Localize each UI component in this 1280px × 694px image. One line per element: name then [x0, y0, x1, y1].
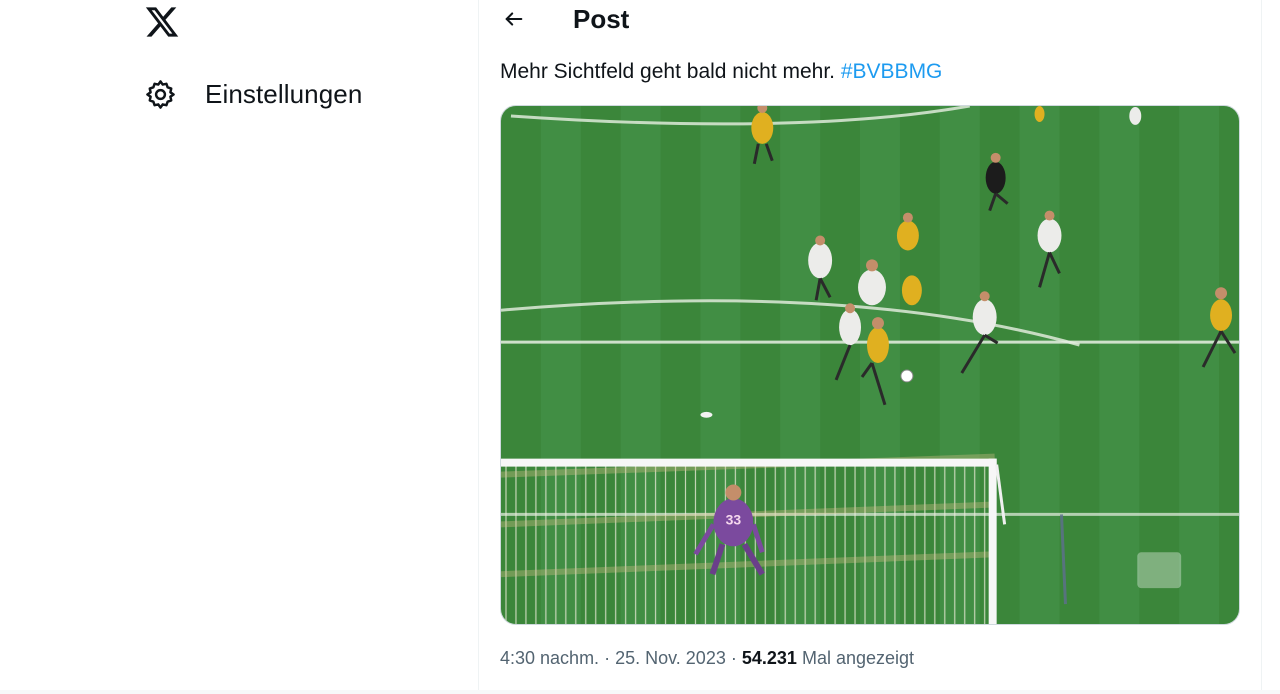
meta-separator: · [730, 648, 737, 668]
gear-icon [146, 79, 175, 109]
bundesliga-logo-icon [1137, 552, 1182, 589]
left-sidebar: Einstellungen [0, 0, 478, 694]
views-count: 54.231 [741, 648, 797, 668]
meta-separator: · [604, 648, 611, 668]
bottom-divider [0, 690, 1280, 694]
hashtag-link[interactable]: #BVBBMG [841, 60, 943, 83]
sidebar-item-settings[interactable]: Einstellungen [140, 72, 370, 116]
sidebar-item-label: Einstellungen [205, 78, 363, 109]
post-meta: 4:30 nachm. · 25. Nov. 2023 · 54.231 Mal… [500, 648, 914, 669]
football-match-photo: 33 [501, 106, 1239, 624]
goalkeeper-number: 33 [726, 511, 742, 527]
post-media-image[interactable]: 33 [500, 105, 1240, 625]
views-label: Mal angezeigt [801, 648, 915, 668]
page-title: Post [573, 4, 630, 34]
post-text: Mehr Sichtfeld geht bald nicht mehr. #BV… [500, 60, 942, 84]
post-body-text: Mehr Sichtfeld geht bald nicht mehr. [500, 60, 836, 83]
arrow-left-icon [505, 12, 523, 26]
post-date[interactable]: 25. Nov. 2023 [615, 648, 726, 668]
back-button[interactable] [497, 2, 531, 36]
post-timestamp[interactable]: 4:30 nachm. [500, 648, 599, 668]
main-column: Post Mehr Sichtfeld geht bald nicht mehr… [478, 0, 1262, 694]
post-header: Post [479, 0, 1261, 40]
x-logo-icon[interactable] [144, 4, 180, 40]
